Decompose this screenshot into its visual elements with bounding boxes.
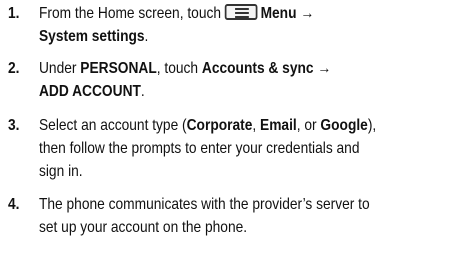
step-text: Select an account type (Corporate, Email… [39, 114, 452, 183]
system-settings-label: System settings [39, 28, 145, 45]
email-label: Email [260, 117, 297, 134]
add-account-label: ADD ACCOUNT [39, 83, 141, 100]
step-number: 1. [8, 5, 20, 22]
step-number: 4. [8, 196, 20, 213]
google-label: Google [320, 117, 368, 134]
step-text-plain: . [140, 83, 145, 100]
instruction-steps: 1. From the Home screen, touch Menu → Sys… [0, 0, 472, 267]
step-text-plain: , [252, 117, 261, 134]
step-text-plain: Select an account type ( [39, 117, 187, 134]
step-line: ADD ACCOUNT. [39, 80, 452, 103]
step-line: System settings. [39, 25, 452, 48]
personal-label: PERSONAL [80, 60, 157, 77]
step-line: From the Home screen, touch Menu → [39, 2, 452, 25]
corporate-label: Corporate [186, 117, 253, 134]
step-number: 2. [8, 60, 20, 77]
step-text: Under PERSONAL, touch Accounts & sync → … [39, 57, 452, 103]
step-text: From the Home screen, touch Menu → System… [39, 2, 452, 48]
step-text-plain: , or [296, 117, 321, 134]
step-text: The phone communicates with the provider… [39, 193, 452, 239]
step-line: then follow the prompts to enter your cr… [39, 140, 360, 157]
step-text-plain: . [144, 28, 149, 45]
step-line: Select an account type (Corporate, Email… [39, 114, 452, 137]
step-line: sign in. [39, 163, 83, 180]
step-text-plain: From the Home screen, touch [39, 5, 222, 22]
step-line: Under PERSONAL, touch Accounts & sync → [39, 57, 452, 80]
step-text-plain: ), [367, 117, 377, 134]
step-line: set up your account on the phone. [39, 219, 248, 236]
accounts-sync-label: Accounts & sync → [201, 60, 332, 77]
step-text-plain: , touch [156, 60, 202, 77]
step-line: The phone communicates with the provider… [39, 196, 370, 213]
menu-icon [224, 4, 258, 20]
step-number: 3. [8, 117, 20, 134]
menu-label: Menu → [260, 5, 315, 22]
step-text-plain: Under [39, 60, 81, 77]
